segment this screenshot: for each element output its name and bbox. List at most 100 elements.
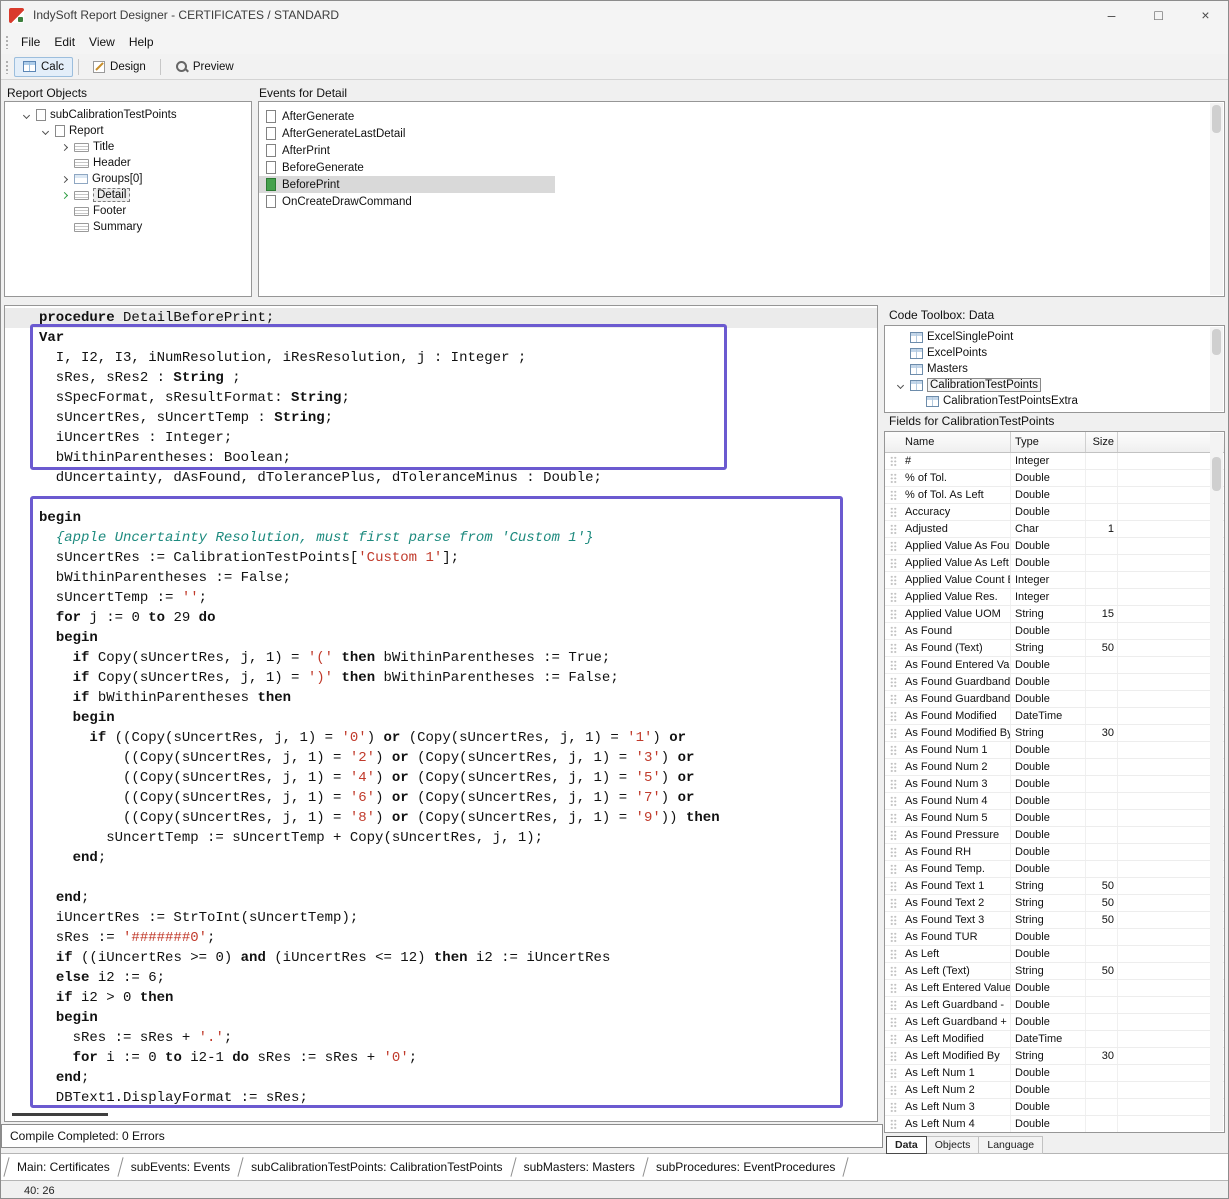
field-row-of-tol[interactable]: % of Tol.Double (885, 470, 1224, 487)
field-row-as-found-temp[interactable]: As Found Temp.Double (885, 861, 1224, 878)
drag-handle-icon[interactable] (885, 487, 901, 503)
doc-tab-submasters-masters[interactable]: subMasters: Masters (514, 1160, 645, 1174)
code-line-8[interactable]: bWithinParentheses: Boolean; (39, 448, 877, 468)
code-line-26[interactable]: ((Copy(sUncertRes, j, 1) = '8') or (Copy… (39, 808, 877, 828)
code-line-38[interactable]: for i := 0 to i2-1 do sRes := sRes + '0'… (39, 1048, 877, 1068)
field-row-as-found-text-1[interactable]: As Found Text 1String50 (885, 878, 1224, 895)
tree-chevron-right[interactable] (59, 177, 70, 182)
menu-file[interactable]: File (14, 32, 47, 52)
tab-calc[interactable]: Calc (14, 57, 73, 77)
code-line-17[interactable]: begin (39, 628, 877, 648)
event-item-afterprint[interactable]: AfterPrint (259, 142, 555, 159)
drag-handle-icon[interactable] (885, 555, 901, 571)
field-row-as-found-guardband[interactable]: As Found GuardbandDouble (885, 691, 1224, 708)
minimize-button[interactable]: – (1088, 0, 1135, 30)
drag-handle-icon[interactable] (885, 793, 901, 809)
tree-item-footer[interactable]: Footer (5, 203, 251, 219)
field-row-as-found-entered-valu[interactable]: As Found Entered ValuDouble (885, 657, 1224, 674)
toolbox-tab-language[interactable]: Language (979, 1136, 1043, 1154)
code-line-4[interactable]: sRes, sRes2 : String ; (39, 368, 877, 388)
code-line-33[interactable]: if ((iUncertRes >= 0) and (iUncertRes <=… (39, 948, 877, 968)
drag-handle-icon[interactable] (885, 504, 901, 520)
code-line-16[interactable]: for j := 0 to 29 do (39, 608, 877, 628)
code-line-29[interactable] (39, 868, 877, 888)
code-line-39[interactable]: end; (39, 1068, 877, 1088)
drag-handle-icon[interactable] (885, 674, 901, 690)
events-scrollbar[interactable] (1210, 103, 1223, 295)
column-header-name[interactable]: Name (885, 432, 1011, 452)
drag-handle-icon[interactable] (885, 929, 901, 945)
field-row-as-found-pressure[interactable]: As Found PressureDouble (885, 827, 1224, 844)
drag-handle-icon[interactable] (885, 963, 901, 979)
events-scrollbar-thumb[interactable] (1212, 105, 1221, 133)
drag-handle-icon[interactable] (885, 946, 901, 962)
drag-handle-icon[interactable] (885, 606, 901, 622)
drag-handle-icon[interactable] (885, 725, 901, 741)
event-item-oncreatedrawcommand[interactable]: OnCreateDrawCommand (259, 193, 555, 210)
drag-handle-icon[interactable] (885, 878, 901, 894)
field-row-as-left[interactable]: As LeftDouble (885, 946, 1224, 963)
drag-handle-icon[interactable] (885, 1014, 901, 1030)
field-row-as-found-rh[interactable]: As Found RHDouble (885, 844, 1224, 861)
field-row-as-found-num-3[interactable]: As Found Num 3Double (885, 776, 1224, 793)
toolbox-item-excelpoints[interactable]: ExcelPoints (885, 345, 1224, 361)
code-line-12[interactable]: {apple Uncertainty Resolution, must firs… (39, 528, 877, 548)
code-line-30[interactable]: end; (39, 888, 877, 908)
tree-item-header[interactable]: Header (5, 155, 251, 171)
editor-hscrollbar-thumb[interactable] (12, 1113, 108, 1116)
event-item-beforeprint[interactable]: BeforePrint (259, 176, 555, 193)
drag-handle-icon[interactable] (885, 521, 901, 537)
drag-handle-icon[interactable] (885, 980, 901, 996)
field-row-as-found-text-2[interactable]: As Found Text 2String50 (885, 895, 1224, 912)
code-line-14[interactable]: bWithinParentheses := False; (39, 568, 877, 588)
tree-item-title[interactable]: Title (5, 139, 251, 155)
toolbox-item-masters[interactable]: Masters (885, 361, 1224, 377)
code-line-19[interactable]: if Copy(sUncertRes, j, 1) = ')' then bWi… (39, 668, 877, 688)
code-line-20[interactable]: if bWithinParentheses then (39, 688, 877, 708)
drag-handle-icon[interactable] (885, 572, 901, 588)
field-row-as-found-modified[interactable]: As Found ModifiedDateTime (885, 708, 1224, 725)
code-line-36[interactable]: begin (39, 1008, 877, 1028)
drag-handle-icon[interactable] (885, 453, 901, 469)
drag-handle-icon[interactable] (885, 589, 901, 605)
drag-handle-icon[interactable] (885, 1065, 901, 1081)
doc-tab-subprocedures-eventprocedures[interactable]: subProcedures: EventProcedures (646, 1160, 845, 1174)
code-line-7[interactable]: iUncertRes : Integer; (39, 428, 877, 448)
drag-handle-icon[interactable] (885, 759, 901, 775)
code-line-34[interactable]: else i2 := 6; (39, 968, 877, 988)
toolbox-scrollbar-thumb[interactable] (1212, 329, 1221, 355)
field-row-applied-value-res[interactable]: Applied Value Res.Integer (885, 589, 1224, 606)
drag-handle-icon[interactable] (885, 1116, 901, 1132)
code-line-10[interactable] (39, 488, 877, 508)
code-editor[interactable]: procedure DetailBeforePrint;Var I, I2, I… (4, 305, 878, 1122)
event-item-beforegenerate[interactable]: BeforeGenerate (259, 159, 555, 176)
field-row-of-tol-as-left[interactable]: % of Tol. As LeftDouble (885, 487, 1224, 504)
code-line-27[interactable]: sUncertTemp := sUncertTemp + Copy(sUncer… (39, 828, 877, 848)
field-row-[interactable]: #Integer (885, 453, 1224, 470)
field-row-as-found-text[interactable]: As Found (Text)String50 (885, 640, 1224, 657)
field-row-applied-value-as-foun[interactable]: Applied Value As FounDouble (885, 538, 1224, 555)
code-line-24[interactable]: ((Copy(sUncertRes, j, 1) = '4') or (Copy… (39, 768, 877, 788)
drag-handle-icon[interactable] (885, 912, 901, 928)
maximize-button[interactable]: □ (1135, 0, 1182, 30)
field-row-as-left-num-1[interactable]: As Left Num 1Double (885, 1065, 1224, 1082)
field-row-as-found-guardband[interactable]: As Found GuardbandDouble (885, 674, 1224, 691)
field-row-as-left-modified-by[interactable]: As Left Modified ByString30 (885, 1048, 1224, 1065)
menu-view[interactable]: View (82, 32, 122, 52)
field-row-as-left-entered-value[interactable]: As Left Entered ValueDouble (885, 980, 1224, 997)
toolbox-tab-data[interactable]: Data (886, 1136, 927, 1154)
drag-handle-icon[interactable] (885, 861, 901, 877)
drag-handle-icon[interactable] (885, 640, 901, 656)
drag-handle-icon[interactable] (885, 997, 901, 1013)
drag-handle-icon[interactable] (885, 691, 901, 707)
tab-preview[interactable]: Preview (166, 56, 243, 77)
drag-handle-icon[interactable] (885, 776, 901, 792)
drag-handle-icon[interactable] (885, 810, 901, 826)
code-line-9[interactable]: dUncertainty, dAsFound, dTolerancePlus, … (39, 468, 877, 488)
fields-scrollbar-thumb[interactable] (1212, 457, 1221, 491)
toolbox-item-calibrationtestpoints[interactable]: CalibrationTestPoints (885, 377, 1224, 393)
drag-handle-icon[interactable] (885, 1082, 901, 1098)
field-row-as-left-num-4[interactable]: As Left Num 4Double (885, 1116, 1224, 1132)
field-row-applied-value-as-left[interactable]: Applied Value As LeftDouble (885, 555, 1224, 572)
tree-chevron-down[interactable] (40, 129, 51, 134)
